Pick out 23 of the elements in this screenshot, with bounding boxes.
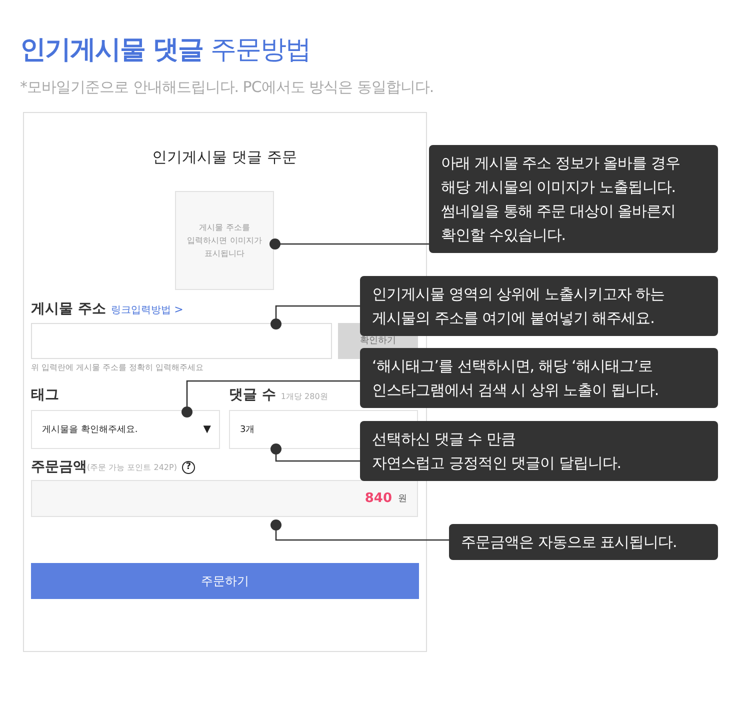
currency-unit: 원 bbox=[398, 493, 407, 505]
field-label: 게시물 주소 bbox=[31, 300, 106, 318]
hint-tooltip: 인기게시물 영역의 상위에 노출시키고자 하는 게시물의 주소를 여기에 붙여넣기 해주세요. bbox=[360, 276, 718, 336]
field-label: 태그 bbox=[31, 386, 59, 404]
address-input[interactable] bbox=[31, 323, 332, 359]
page-title: 인기게시물 댓글 주문방법 bbox=[20, 34, 310, 67]
amount-value: 840 bbox=[364, 491, 392, 506]
form-title: 인기게시물 댓글 주문 bbox=[151, 148, 298, 168]
link-guide-link[interactable]: 링크입력방법 > bbox=[110, 303, 184, 317]
points-note: (주문 가능 포인트 242P) bbox=[87, 462, 177, 472]
field-label: 주문금액 bbox=[31, 458, 87, 476]
address-help: 위 입력란에 게시물 주소를 정확히 입력해주세요 bbox=[31, 362, 204, 374]
tag-select[interactable]: 게시물을 확인해주세요. ▼ bbox=[31, 410, 220, 449]
price-note: 1개당 280원 bbox=[280, 391, 328, 402]
hint-tooltip: 주문금액은 자동으로 표시됩니다. bbox=[449, 524, 718, 560]
order-button[interactable]: 주문하기 bbox=[31, 563, 419, 599]
field-label: 댓글 수 bbox=[229, 386, 276, 404]
hint-tooltip: ‘해시태그’를 선택하시면, 해당 ‘해시태그’로 인스타그램에서 검색 시 상위 노출이 됩니다. bbox=[360, 348, 718, 408]
thumbnail-hint: 게시물 주소를 입력하시면 이미지가 표시됩니다 bbox=[187, 222, 262, 260]
help-icon[interactable]: ? bbox=[182, 460, 195, 474]
hint-tooltip: 선택하신 댓글 수 만큼 자연스럽고 긍정적인 댓글이 달립니다. bbox=[360, 421, 718, 481]
hint-tooltip: 아래 게시물 주소 정보가 올바를 경우 해당 게시물의 이미지가 노출됩니다. 썸네일을 통해 주문 대상이 올바른지 확인할 수있습니다. bbox=[429, 145, 718, 253]
page-note: *모바일기준으로 안내해드립니다. PC에서도 방식은 동일합니다. bbox=[20, 78, 434, 97]
